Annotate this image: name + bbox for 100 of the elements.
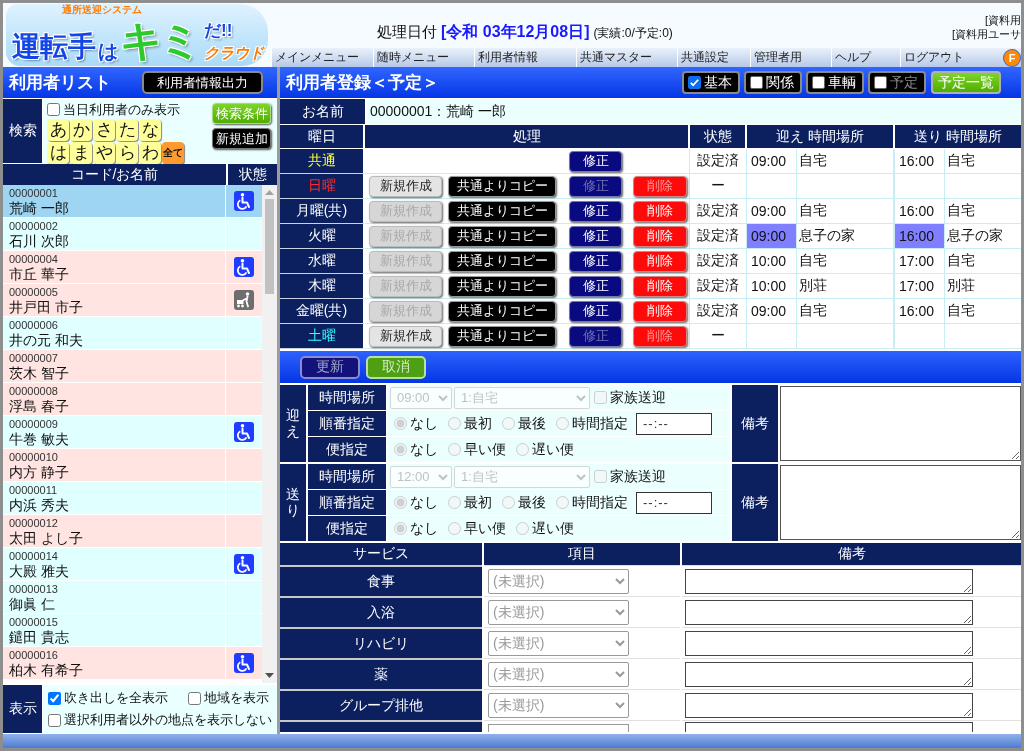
- time-cell: 16:00: [895, 149, 945, 174]
- place-cell: 自宅: [945, 249, 1021, 274]
- delete-button[interactable]: 削除: [633, 225, 687, 247]
- kana-button[interactable]: ら: [116, 142, 138, 164]
- user-row[interactable]: 00000009 牛巻 敏夫: [3, 416, 262, 449]
- checkbox[interactable]: [750, 76, 763, 89]
- export-button[interactable]: 利用者情報出力: [142, 71, 263, 94]
- checkbox[interactable]: [48, 713, 61, 727]
- user-row[interactable]: 00000001 荒崎 一郎: [3, 185, 262, 218]
- wheelchair-icon: [234, 554, 254, 574]
- status-cell: 設定済: [690, 249, 747, 274]
- note-field[interactable]: [780, 465, 1021, 540]
- edit-button[interactable]: 修正: [569, 275, 622, 297]
- user-name: 牛巻 敏夫: [9, 430, 69, 448]
- edit-button[interactable]: 修正: [569, 150, 622, 172]
- user-row[interactable]: 00000002 石川 次郎: [3, 218, 262, 251]
- select-field[interactable]: [488, 724, 629, 732]
- checkbox[interactable]: [48, 691, 61, 705]
- copy-button[interactable]: 共通よりコピー: [448, 275, 556, 297]
- create-button[interactable]: 新規作成: [369, 175, 442, 197]
- user-row[interactable]: 00000016 柏木 有希子: [3, 647, 262, 680]
- checkbox[interactable]: [47, 103, 60, 116]
- row-header: 日曜: [280, 174, 365, 199]
- create-button[interactable]: 新規作成: [369, 325, 442, 347]
- delete-button[interactable]: 削除: [633, 250, 687, 272]
- user-row[interactable]: 00000013 御眞 仁: [3, 581, 262, 614]
- kana-button[interactable]: や: [93, 142, 115, 164]
- scrollbar[interactable]: [262, 185, 277, 683]
- checkbox[interactable]: [688, 76, 701, 89]
- user-code: 00000014: [9, 548, 58, 563]
- note-field[interactable]: [780, 386, 1021, 461]
- copy-button[interactable]: 共通よりコピー: [448, 250, 556, 272]
- user-row[interactable]: 00000015 鑓田 貴志: [3, 614, 262, 647]
- note-field[interactable]: [685, 722, 973, 732]
- checkbox[interactable]: [812, 76, 825, 89]
- scrollbar-thumb[interactable]: [265, 199, 274, 294]
- copy-button[interactable]: 共通よりコピー: [448, 325, 556, 347]
- time-cell: 16:00: [895, 224, 945, 249]
- edit-button[interactable]: 修正: [569, 225, 622, 247]
- user-row[interactable]: 00000011 内浜 秀夫: [3, 482, 262, 515]
- kana-button[interactable]: た: [116, 119, 138, 141]
- toggle-button[interactable]: 基本: [682, 71, 740, 94]
- kana-button[interactable]: ま: [70, 142, 92, 164]
- user-name: 鑓田 貴志: [9, 628, 69, 646]
- kana-button[interactable]: 全て: [162, 142, 184, 164]
- user-row[interactable]: 00000004 市丘 華子: [3, 251, 262, 284]
- edit-button[interactable]: 修正: [569, 300, 622, 322]
- user-code: 00000012: [9, 515, 58, 530]
- time-cell: 16:00: [895, 299, 945, 324]
- scroll-down-icon[interactable]: [265, 673, 274, 678]
- user-row[interactable]: 00000010 内方 静子: [3, 449, 262, 482]
- copy-button[interactable]: 共通よりコピー: [448, 225, 556, 247]
- delete-button[interactable]: 削除: [633, 300, 687, 322]
- user-row[interactable]: 00000005 井戸田 市子: [3, 284, 262, 317]
- time-cell: 10:00: [747, 274, 797, 299]
- add-new-button[interactable]: 新規追加: [212, 128, 271, 149]
- user-row[interactable]: 00000007 茨木 智子: [3, 350, 262, 383]
- note-field[interactable]: [685, 568, 973, 594]
- user-name: 太田 よし子: [9, 529, 83, 547]
- note-field[interactable]: [685, 599, 973, 625]
- row-header: 順番指定: [308, 411, 386, 436]
- time-cell: 10:00: [747, 249, 797, 274]
- kana-button[interactable]: さ: [93, 119, 115, 141]
- toggle-button[interactable]: 車輌: [806, 71, 864, 94]
- user-name: 柏木 有希子: [9, 661, 83, 679]
- kana-button[interactable]: な: [139, 119, 161, 141]
- user-code: 00000007: [9, 350, 58, 365]
- row-header: 備考: [732, 464, 778, 541]
- wheelchair-icon: [234, 653, 254, 673]
- kana-button[interactable]: わ: [139, 142, 161, 164]
- note-field[interactable]: [685, 692, 973, 718]
- checkbox-label[interactable]: 当日利用者のみ表示: [63, 100, 180, 119]
- edit-button[interactable]: 修正: [569, 250, 622, 272]
- user-code: 00000010: [9, 449, 58, 464]
- user-code: 00000006: [9, 317, 58, 332]
- checkbox-label[interactable]: 地域を表示: [204, 689, 269, 707]
- kana-button[interactable]: か: [70, 119, 92, 141]
- toggle-button[interactable]: 関係: [744, 71, 802, 94]
- user-row[interactable]: 00000012 太田 よし子: [3, 515, 262, 548]
- user-row[interactable]: 00000014 大殿 雅夫: [3, 548, 262, 581]
- note-field[interactable]: [685, 630, 973, 656]
- copy-button[interactable]: 共通よりコピー: [448, 200, 556, 222]
- kana-button[interactable]: は: [47, 142, 69, 164]
- checkbox-label[interactable]: 選択利用者以外の地点を表示しない: [64, 711, 272, 729]
- note-field[interactable]: [685, 661, 973, 687]
- copy-button[interactable]: 共通よりコピー: [448, 300, 556, 322]
- copy-button[interactable]: 共通よりコピー: [448, 175, 556, 197]
- user-row[interactable]: 00000006 井の元 和夫: [3, 317, 262, 350]
- logo-text: だ!!: [204, 20, 233, 42]
- delete-button[interactable]: 削除: [633, 200, 687, 222]
- row-header: 薬: [280, 658, 482, 689]
- place-cell: 自宅: [797, 249, 895, 274]
- kana-button[interactable]: あ: [47, 119, 69, 141]
- checkbox-label[interactable]: 吹き出しを全表示: [64, 689, 168, 707]
- edit-button[interactable]: 修正: [569, 200, 622, 222]
- scroll-up-icon[interactable]: [265, 190, 274, 195]
- delete-button[interactable]: 削除: [633, 275, 687, 297]
- time-cell: 09:00: [747, 149, 797, 174]
- user-row[interactable]: 00000008 浮島 春子: [3, 383, 262, 416]
- checkbox[interactable]: [188, 691, 201, 705]
